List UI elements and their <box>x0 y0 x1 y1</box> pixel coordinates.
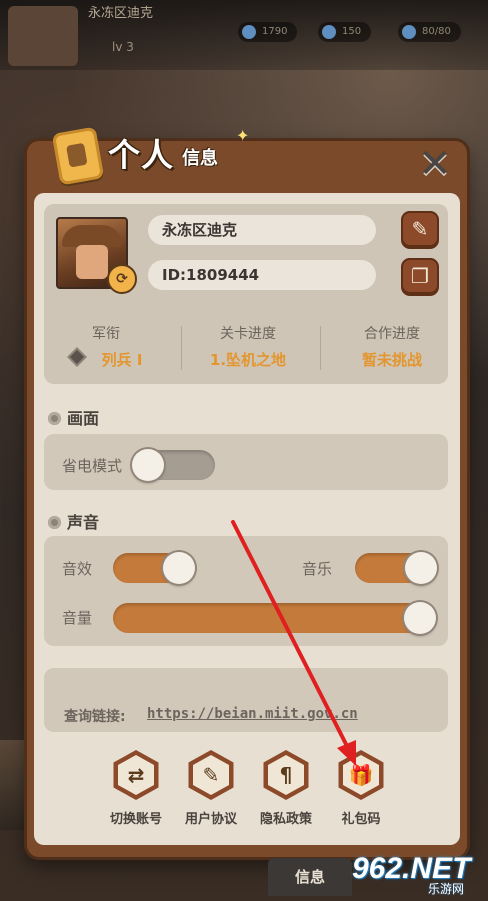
watermark-logo: 962.NET 乐游网 <box>352 852 484 898</box>
tab-info[interactable]: 信息 <box>268 858 352 896</box>
watermark-small: 乐游网 <box>428 882 465 896</box>
annotation-arrow <box>231 520 356 766</box>
